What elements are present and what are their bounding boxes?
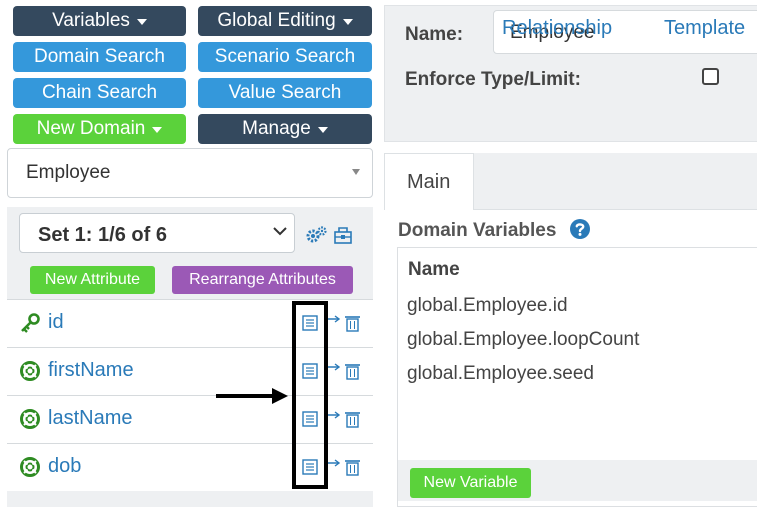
highlight-box-annotation xyxy=(292,301,328,489)
table-row[interactable]: global.Employee.loopCount xyxy=(398,322,757,357)
rearrange-attributes-label: Rearrange Attributes xyxy=(189,271,336,288)
tab-main[interactable]: Main xyxy=(384,153,474,210)
lifebuoy-icon xyxy=(20,409,40,429)
arrow-right-annotation-icon xyxy=(216,388,288,404)
global-editing-dropdown-button[interactable]: Global Editing xyxy=(198,6,372,36)
new-domain-dropdown-button[interactable]: New Domain xyxy=(13,114,186,144)
chain-search-button[interactable]: Chain Search xyxy=(13,78,186,108)
key-icon xyxy=(21,313,40,333)
enforce-type-limit-checkbox[interactable] xyxy=(702,68,719,85)
table-row[interactable]: global.Employee.id xyxy=(398,288,757,323)
rearrange-attributes-button[interactable]: Rearrange Attributes xyxy=(172,266,353,294)
attribute-label: id xyxy=(48,311,64,333)
tab-template[interactable]: Template xyxy=(664,17,745,40)
manage-label: Manage xyxy=(242,118,311,139)
new-variable-button[interactable]: New Variable xyxy=(410,468,531,498)
manage-dropdown-button[interactable]: Manage xyxy=(198,114,372,144)
domain-select[interactable]: Employee xyxy=(7,148,373,198)
tab-relationship[interactable]: Relationship xyxy=(502,17,612,40)
variables-label: Variables xyxy=(52,10,130,31)
chevron-down-icon xyxy=(273,227,287,236)
global-editing-label: Global Editing xyxy=(217,10,336,31)
domain-search-button[interactable]: Domain Search xyxy=(13,42,186,72)
new-variable-label: New Variable xyxy=(423,474,518,491)
attribute-label: lastName xyxy=(48,407,133,429)
attribute-label: dob xyxy=(48,455,82,477)
variable-name-cell: global.Employee.id xyxy=(407,295,568,316)
caret-down-icon xyxy=(342,19,353,25)
variable-name-cell: global.Employee.loopCount xyxy=(407,329,640,350)
new-domain-label: New Domain xyxy=(36,118,146,139)
table-row[interactable]: global.Employee.seed xyxy=(398,356,757,390)
enforce-type-limit-label: Enforce Type/Limit: xyxy=(405,69,581,90)
trash-icon xyxy=(345,364,360,380)
new-attribute-button[interactable]: New Attribute xyxy=(30,266,155,294)
scenario-search-label: Scenario Search xyxy=(214,46,356,67)
set-select-value: Set 1: 1/6 of 6 xyxy=(38,224,167,246)
domain-variables-title: Domain Variables xyxy=(398,220,557,241)
value-search-label: Value Search xyxy=(228,82,342,103)
chain-search-label: Chain Search xyxy=(41,82,158,103)
domain-search-label: Domain Search xyxy=(34,46,165,67)
lifebuoy-icon xyxy=(20,361,40,381)
tab-main-label: Main xyxy=(407,171,451,193)
attribute-label: firstName xyxy=(48,359,134,381)
trash-icon xyxy=(345,412,360,428)
trash-icon xyxy=(345,460,360,476)
caret-down-icon xyxy=(317,127,328,133)
new-attribute-label: New Attribute xyxy=(44,271,141,288)
table-header: Name xyxy=(398,248,757,289)
set-select[interactable]: Set 1: 1/6 of 6 xyxy=(19,213,295,253)
domain-select-value: Employee xyxy=(26,162,111,183)
scenario-search-button[interactable]: Scenario Search xyxy=(198,42,372,72)
toolbox-icon[interactable] xyxy=(333,223,353,245)
value-search-button[interactable]: Value Search xyxy=(198,78,372,108)
caret-down-icon xyxy=(152,127,163,133)
variable-name-cell: global.Employee.seed xyxy=(407,363,594,384)
select-arrow-icon xyxy=(352,169,360,175)
lifebuoy-icon xyxy=(20,457,40,477)
help-question-icon[interactable] xyxy=(569,218,591,240)
name-label: Name: xyxy=(405,24,464,45)
trash-icon xyxy=(345,316,360,332)
variables-dropdown-button[interactable]: Variables xyxy=(13,6,186,36)
settings-gears-icon[interactable] xyxy=(305,225,329,245)
caret-down-icon xyxy=(136,19,147,25)
column-header-name: Name xyxy=(408,259,460,280)
